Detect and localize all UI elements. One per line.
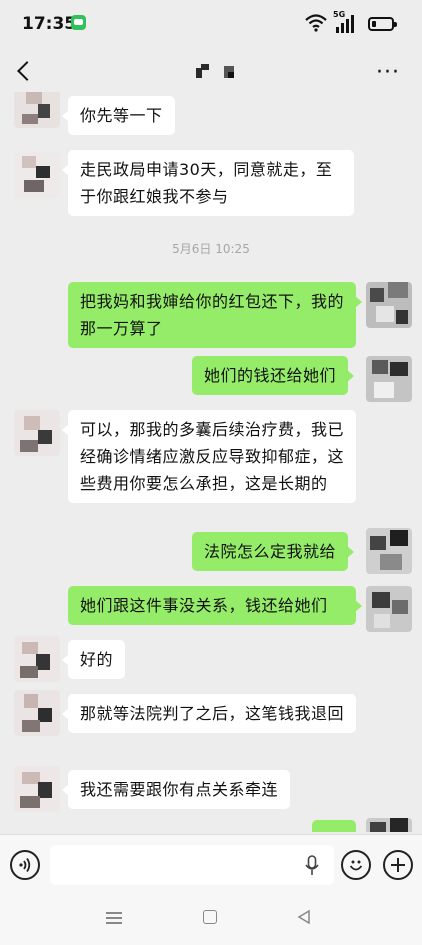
message-bubble[interactable]: 好的 bbox=[61, 640, 126, 679]
chat-messages: 你先等一下 走民政局申请30天，同意就走，至于你跟红娘我不参与 5月6日 10:… bbox=[0, 92, 422, 832]
message-text: 走民政局申请30天，同意就走，至于你跟红娘我不参与 bbox=[80, 160, 333, 206]
self-avatar[interactable] bbox=[366, 528, 412, 574]
message-input-bar bbox=[0, 834, 422, 896]
message-text: 法院怎么定我就给 bbox=[204, 542, 337, 561]
nav-back-icon[interactable] bbox=[297, 910, 311, 924]
battery-icon bbox=[368, 17, 397, 31]
contact-avatar[interactable] bbox=[14, 766, 60, 812]
message-bubble[interactable]: 我还需要跟你有点关系牵连 bbox=[61, 770, 291, 809]
chat-header: ··· bbox=[0, 48, 422, 98]
message-input[interactable] bbox=[50, 845, 334, 885]
message-text: 她们跟这件事没关系，钱还给她们 bbox=[80, 596, 328, 615]
message-bubble[interactable]: 你先等一下 bbox=[62, 96, 175, 135]
contact-name-redacted bbox=[196, 64, 236, 80]
status-time: 17:35 bbox=[22, 14, 77, 34]
self-avatar[interactable] bbox=[366, 818, 412, 832]
self-avatar[interactable] bbox=[366, 586, 412, 632]
back-arrow-icon[interactable] bbox=[17, 61, 37, 81]
message-bubble[interactable]: 走民政局申请30天，同意就走，至于你跟红娘我不参与 bbox=[62, 150, 354, 216]
contact-avatar[interactable] bbox=[14, 636, 60, 682]
plus-icon[interactable] bbox=[383, 850, 413, 880]
wechat-notification-icon bbox=[71, 15, 86, 30]
contact-avatar[interactable] bbox=[14, 92, 60, 128]
wifi-icon bbox=[305, 14, 327, 32]
contact-avatar[interactable] bbox=[14, 152, 60, 198]
message-text: 那就等法院判了之后，这笔钱我退回 bbox=[80, 704, 345, 723]
emoji-icon[interactable] bbox=[341, 850, 371, 880]
contact-avatar[interactable] bbox=[14, 410, 60, 456]
status-bar: 17:35 5G bbox=[0, 0, 422, 48]
self-avatar[interactable] bbox=[366, 282, 412, 328]
message-bubble[interactable]: 那就等法院判了之后，这笔钱我退回 bbox=[62, 694, 356, 733]
message-text: 你先等一下 bbox=[80, 106, 163, 125]
system-nav-bar bbox=[0, 896, 422, 945]
signal-icon bbox=[336, 15, 354, 33]
message-text: 我还需要跟你有点关系牵连 bbox=[80, 780, 279, 799]
contact-avatar[interactable] bbox=[14, 690, 60, 736]
message-text: 把我妈和我婶给你的红包还下，我的那一万算了 bbox=[80, 292, 345, 338]
message-text: 可以，那我的多囊后续治疗费，我已经确诊情绪应激反应导致抑郁症，这些费用你要怎么承… bbox=[80, 420, 345, 493]
self-avatar[interactable] bbox=[366, 356, 412, 402]
message-bubble[interactable] bbox=[312, 820, 356, 832]
message-bubble[interactable]: 她们跟这件事没关系，钱还给她们 bbox=[68, 586, 362, 625]
more-dots-icon[interactable]: ··· bbox=[376, 62, 400, 84]
message-bubble[interactable]: 把我妈和我婶给你的红包还下，我的那一万算了 bbox=[68, 282, 362, 348]
microphone-icon[interactable] bbox=[305, 855, 319, 877]
recent-apps-icon[interactable] bbox=[106, 912, 122, 924]
message-timestamp: 5月6日 10:25 bbox=[172, 242, 250, 256]
message-bubble[interactable]: 她们的钱还给她们 bbox=[192, 356, 355, 395]
message-text: 她们的钱还给她们 bbox=[204, 366, 337, 385]
message-bubble[interactable]: 法院怎么定我就给 bbox=[192, 532, 355, 571]
message-bubble[interactable]: 可以，那我的多囊后续治疗费，我已经确诊情绪应激反应导致抑郁症，这些费用你要怎么承… bbox=[62, 410, 356, 503]
home-icon[interactable] bbox=[203, 910, 217, 924]
voice-icon[interactable] bbox=[10, 850, 40, 880]
message-text: 好的 bbox=[80, 650, 114, 669]
